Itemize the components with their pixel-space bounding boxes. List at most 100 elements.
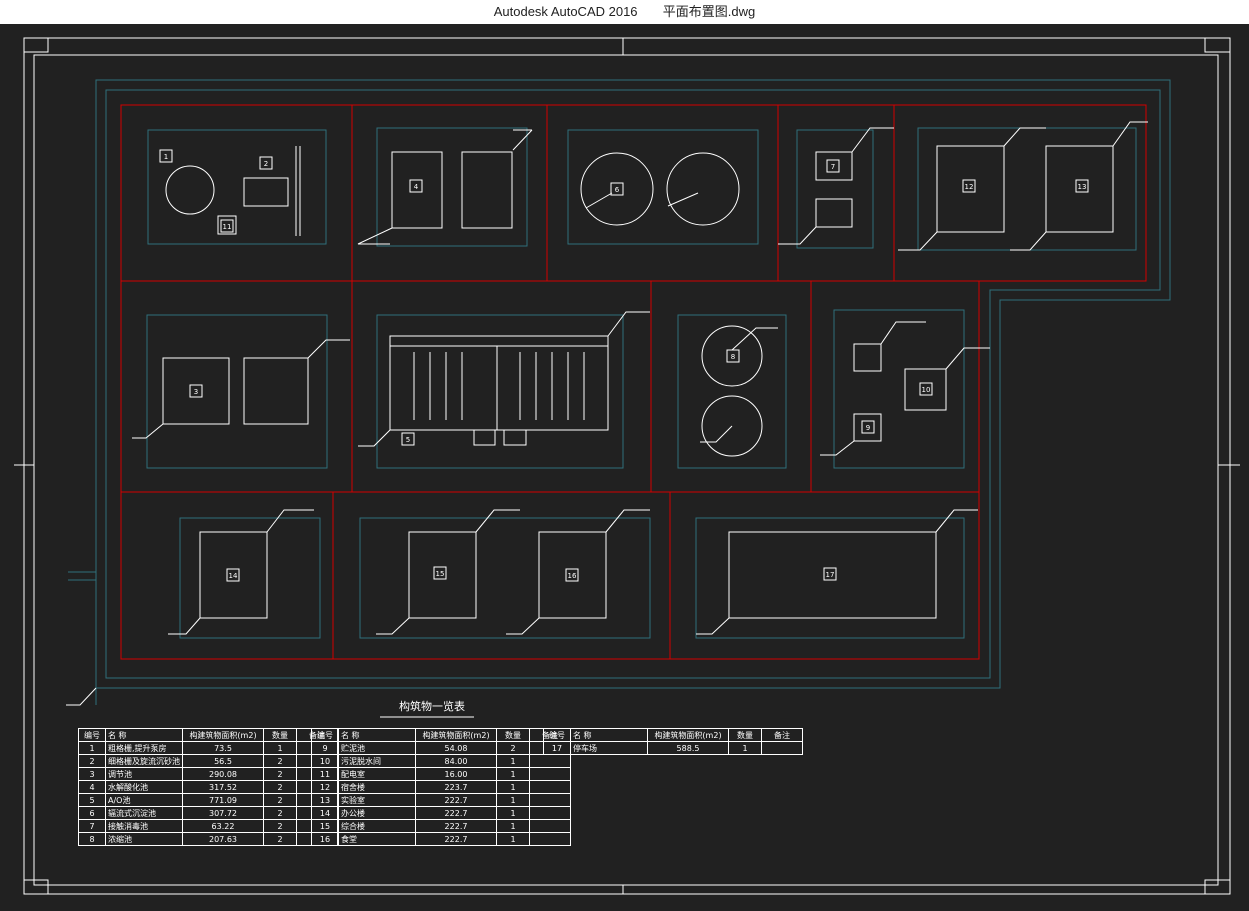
tag-label: 15: [436, 570, 445, 578]
table-row: 5 A/O池 771.09 2: [78, 793, 338, 807]
tag-label: 9: [866, 424, 870, 432]
table-cell-qty: 1: [496, 819, 530, 833]
table-cell-no: 7: [78, 819, 106, 833]
table-cell-no: 9: [311, 741, 339, 755]
table-cell-area: 56.5: [182, 754, 264, 768]
table-cell-note: [761, 741, 803, 755]
schedule-title: 构筑物一览表: [399, 699, 465, 713]
table-cell-qty: 1: [496, 754, 530, 768]
table-cell-area: 222.7: [415, 806, 497, 820]
tag-label: 1: [164, 153, 168, 161]
table-cell-area: 84.00: [415, 754, 497, 768]
table-cell-area: 588.5: [647, 741, 729, 755]
table-cell-qty: 2: [496, 741, 530, 755]
table-row: 14 办公楼 222.7 1: [311, 806, 571, 820]
table-row: 3 调节池 290.08 2: [78, 767, 338, 781]
table-cell-area: 317.52: [182, 780, 264, 794]
table-cell-qty: 2: [263, 793, 297, 807]
table-row: 11 配电室 16.00 1: [311, 767, 571, 781]
table-cell-no: 10: [311, 754, 339, 768]
table-cell-no: 12: [311, 780, 339, 794]
table-cell-name: 贮泥池: [338, 741, 416, 755]
table-cell-no: 17: [543, 741, 571, 755]
table-cell-qty: 1: [496, 767, 530, 781]
table-cell-name: 细格栅及旋流沉砂池: [105, 754, 183, 768]
table-row: 12 宿舍楼 223.7 1: [311, 780, 571, 794]
table-cell-no: 8: [78, 832, 106, 846]
window-titlebar: Autodesk AutoCAD 2016 平面布置图.dwg: [0, 0, 1249, 24]
table-cell-note: [529, 793, 571, 807]
tag-label: 2: [264, 160, 268, 168]
schedule-title-group: 构筑物一览表: [380, 699, 474, 718]
table-cell-area: 223.7: [415, 780, 497, 794]
column-header: 名 称: [570, 728, 648, 742]
table-cell-no: 16: [311, 832, 339, 846]
column-header: 构建筑物面积(m2): [182, 728, 264, 742]
column-header: 数量: [263, 728, 297, 742]
table-cell-area: 307.72: [182, 806, 264, 820]
table-cell-qty: 1: [263, 741, 297, 755]
schedule-table-2: 编号名 称构建筑物面积(m2) 数量 备注 9 贮泥池 54.08 2 10 污泥脱水间 84.0…: [311, 728, 571, 846]
table-row: 13 实验室 222.7 1: [311, 793, 571, 807]
table-row: 15 综合楼 222.7 1: [311, 819, 571, 833]
table-row: 4 水解酸化池 317.52 2: [78, 780, 338, 794]
table-cell-name: 水解酸化池: [105, 780, 183, 794]
tag-label: 5: [406, 436, 410, 444]
table-cell-name: 综合楼: [338, 819, 416, 833]
column-header: 编号: [311, 728, 339, 742]
table-cell-area: 73.5: [182, 741, 264, 755]
table-cell-no: 3: [78, 767, 106, 781]
tag-label: 10: [922, 386, 931, 394]
table-cell-qty: 2: [263, 767, 297, 781]
table-cell-no: 6: [78, 806, 106, 820]
table-row: 9 贮泥池 54.08 2: [311, 741, 571, 755]
tag-label: 12: [965, 183, 974, 191]
table-header-row: 编号名 称构建筑物面积(m2) 数量 备注: [78, 728, 338, 742]
table-cell-note: [529, 767, 571, 781]
file-name: 平面布置图.dwg: [662, 4, 756, 19]
schedule-table-3: 编号名 称构建筑物面积(m2) 数量 备注 17 停车场 588.5 1: [543, 728, 803, 755]
tag-label: 6: [615, 186, 620, 194]
table-cell-note: [529, 832, 571, 846]
table-cell-note: [529, 819, 571, 833]
tag-label: 4: [414, 183, 419, 191]
table-cell-area: 207.63: [182, 832, 264, 846]
column-header: 备注: [761, 728, 803, 742]
tag-label: 8: [731, 353, 735, 361]
table-row: 6 辐流式沉淀池 307.72 2: [78, 806, 338, 820]
table-cell-name: 接触消毒池: [105, 819, 183, 833]
table-cell-name: A/O池: [105, 793, 183, 807]
table-cell-name: 停车场: [570, 741, 648, 755]
structures: [162, 145, 1114, 619]
table-cell-qty: 2: [263, 780, 297, 794]
table-cell-no: 2: [78, 754, 106, 768]
table-cell-no: 14: [311, 806, 339, 820]
drawing-canvas[interactable]: 1 2 11 4 6 7 12 13 3 5 8 10 9 14 15 16 1…: [0, 24, 1249, 911]
table-cell-no: 4: [78, 780, 106, 794]
table-cell-note: [529, 806, 571, 820]
table-row: 16 食堂 222.7 1: [311, 832, 571, 846]
table-cell-name: 办公楼: [338, 806, 416, 820]
table-cell-area: 16.00: [415, 767, 497, 781]
table-row: 10 污泥脱水间 84.00 1: [311, 754, 571, 768]
table-cell-qty: 2: [263, 806, 297, 820]
table-cell-qty: 2: [263, 832, 297, 846]
inner-paths: [146, 127, 1137, 639]
app-title: Autodesk AutoCAD 2016: [493, 4, 638, 19]
column-header: 名 称: [105, 728, 183, 742]
schedule-table-1: 编号名 称构建筑物面积(m2) 数量 备注 1 粗格栅,提升泵房 73.5 1 2 细格栅及旋流…: [78, 728, 338, 846]
table-cell-qty: 1: [496, 806, 530, 820]
table-row: 7 接触消毒池 63.22 2: [78, 819, 338, 833]
table-cell-no: 5: [78, 793, 106, 807]
table-cell-no: 13: [311, 793, 339, 807]
table-cell-area: 222.7: [415, 819, 497, 833]
table-cell-name: 辐流式沉淀池: [105, 806, 183, 820]
column-header: 数量: [496, 728, 530, 742]
table-cell-name: 污泥脱水间: [338, 754, 416, 768]
table-cell-no: 15: [311, 819, 339, 833]
road-network: [68, 79, 1171, 705]
table-cell-area: 222.7: [415, 832, 497, 846]
tag-label: 11: [223, 223, 232, 231]
table-row: 17 停车场 588.5 1: [543, 741, 803, 755]
column-header: 构建筑物面积(m2): [647, 728, 729, 742]
